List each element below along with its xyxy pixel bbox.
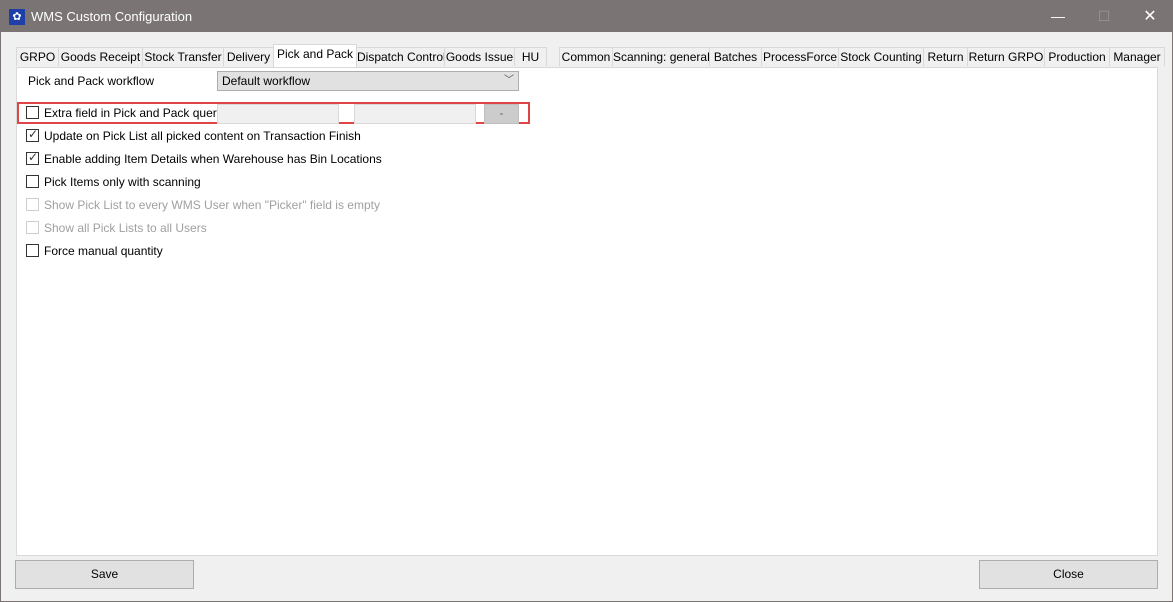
tab-goods-issue[interactable]: Goods Issue: [444, 47, 515, 66]
option-label: Force manual quantity: [44, 244, 163, 258]
title-bar[interactable]: ✿ WMS Custom Configuration — ☐ ✕: [1, 1, 1172, 32]
close-window-button[interactable]: ✕: [1127, 1, 1173, 32]
tab-pick-and-pack[interactable]: Pick and Pack: [273, 44, 357, 67]
gear-icon: ✿: [9, 9, 25, 25]
close-button[interactable]: Close: [979, 560, 1158, 589]
extra-field-checkbox[interactable]: [26, 106, 39, 119]
check-icon: ✓: [28, 127, 39, 141]
option-checkbox[interactable]: ✓: [26, 150, 39, 165]
pick-and-pack-panel: Pick and Pack workflow Default workflow …: [16, 67, 1158, 556]
tab-production[interactable]: Production: [1044, 47, 1110, 66]
workflow-select[interactable]: Default workflow ﹀: [217, 71, 519, 91]
tab-grpo[interactable]: GRPO: [16, 47, 59, 66]
tab-return-grpo[interactable]: Return GRPO: [967, 47, 1045, 66]
option-label: Enable adding Item Details when Warehous…: [44, 152, 382, 166]
extra-field-label: Extra field in Pick and Pack query: [44, 106, 223, 120]
tab-stock-transfer[interactable]: Stock Transfer: [142, 47, 224, 66]
option-label: Show Pick List to every WMS User when "P…: [44, 198, 380, 212]
tab-dispatch-control[interactable]: Dispatch Control: [356, 47, 446, 66]
option-label: Pick Items only with scanning: [44, 175, 201, 189]
option-checkbox[interactable]: [26, 244, 39, 257]
tab-batches[interactable]: Batches: [709, 47, 762, 66]
tab-goods-receipt[interactable]: Goods Receipt: [58, 47, 143, 66]
tab-manager[interactable]: Manager: [1109, 47, 1165, 66]
chevron-down-icon: ﹀: [504, 75, 514, 86]
workflow-label: Pick and Pack workflow: [28, 74, 155, 88]
option-checkbox[interactable]: [26, 175, 39, 188]
minimize-button[interactable]: —: [1035, 1, 1081, 32]
tab-stock-counting[interactable]: Stock Counting: [838, 47, 924, 66]
option-label: Update on Pick List all picked content o…: [44, 129, 361, 143]
extra-field-input-1[interactable]: [217, 104, 339, 124]
save-button[interactable]: Save: [15, 560, 194, 589]
maximize-button[interactable]: ☐: [1081, 1, 1127, 32]
workflow-select-value: Default workflow: [222, 74, 311, 88]
option-label: Show all Pick Lists to all Users: [44, 221, 207, 235]
extra-field-button[interactable]: -: [484, 104, 519, 124]
tab-processforce[interactable]: ProcessForce: [761, 47, 839, 66]
option-checkbox[interactable]: [26, 198, 39, 211]
tab-hu[interactable]: HU: [514, 47, 547, 66]
tab-return[interactable]: Return: [923, 47, 968, 66]
extra-field-input-2[interactable]: [354, 104, 476, 124]
tab-delivery[interactable]: Delivery: [223, 47, 274, 66]
tab-scanning-general[interactable]: Scanning: general: [612, 47, 710, 66]
option-checkbox[interactable]: [26, 221, 39, 234]
check-icon: ✓: [28, 150, 39, 164]
window: ✿ WMS Custom Configuration — ☐ ✕ GRPO Go…: [0, 0, 1173, 602]
tab-common[interactable]: Common: [559, 47, 613, 66]
window-title: WMS Custom Configuration: [31, 9, 193, 24]
option-checkbox[interactable]: ✓: [26, 127, 39, 142]
